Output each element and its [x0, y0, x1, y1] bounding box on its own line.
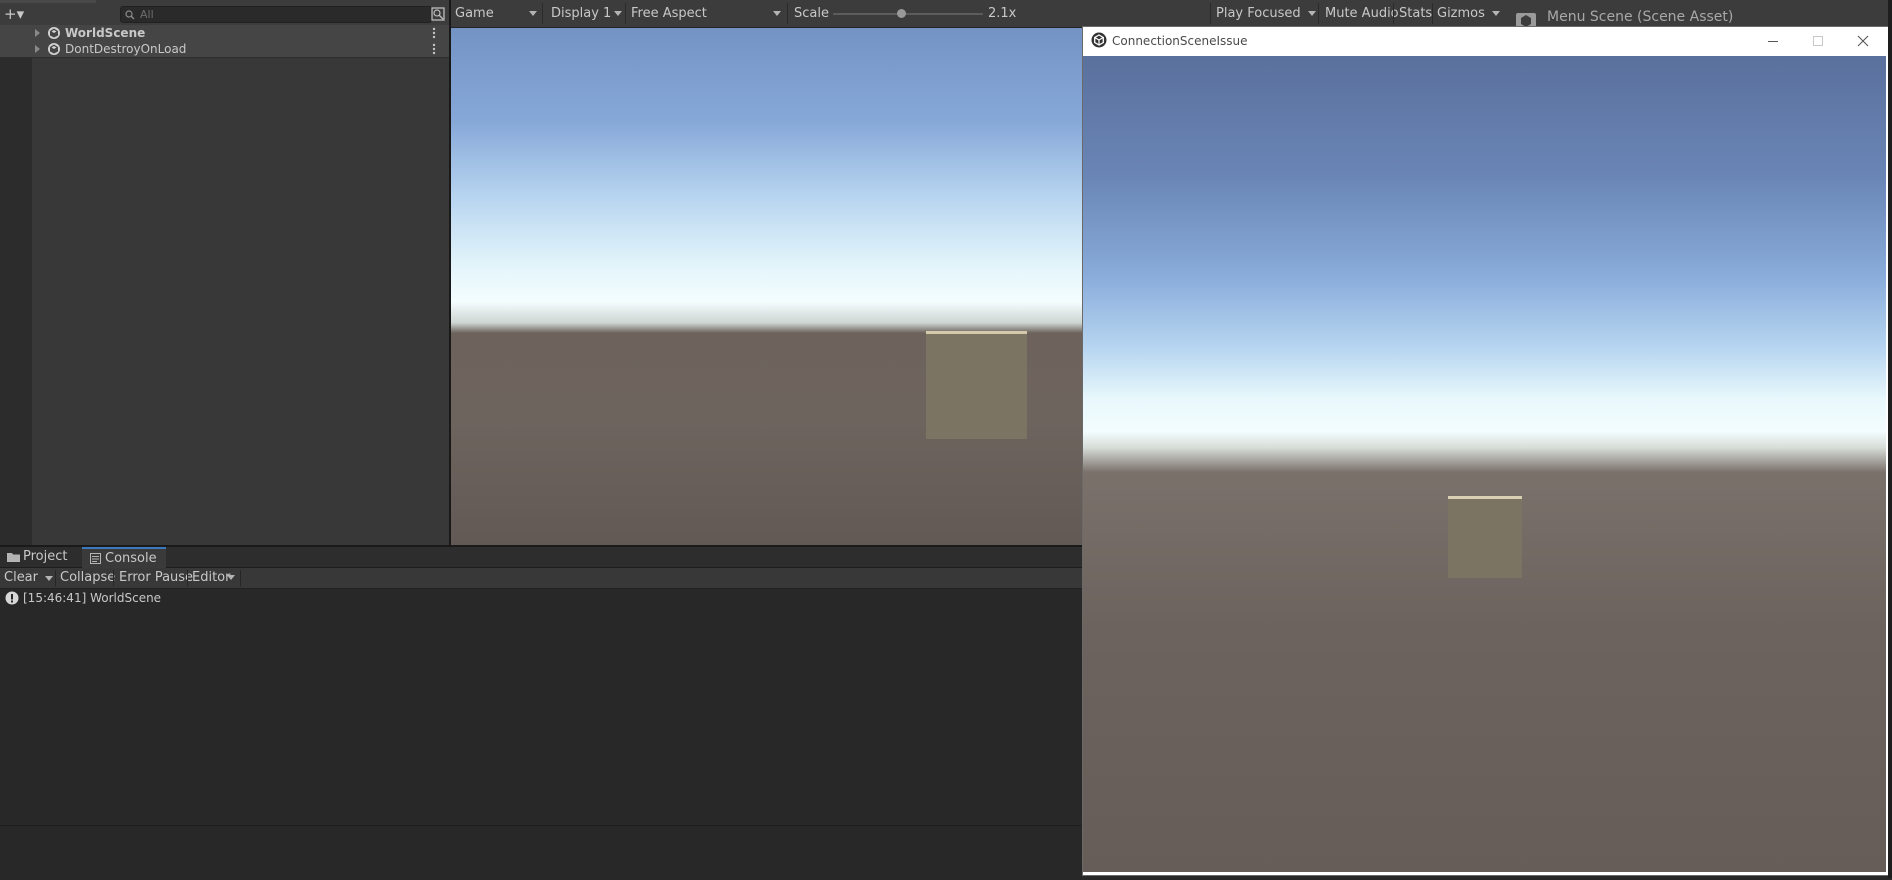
dropdown-arrow-icon: [45, 576, 53, 581]
tab-console[interactable]: Console: [82, 547, 166, 568]
dropdown-arrow-icon: [227, 575, 235, 580]
scene-label: DontDestroyOnLoad: [65, 42, 187, 56]
display-label: Display 1: [551, 6, 612, 21]
scale-slider-track[interactable]: [833, 13, 983, 15]
scale-slider-thumb[interactable]: [897, 9, 906, 18]
window-edge: [1888, 0, 1892, 878]
add-object-button[interactable]: +▾: [4, 5, 32, 23]
editor-label: Editor: [192, 570, 231, 585]
scene-cube: [926, 331, 1027, 439]
scale-label: Scale: [794, 6, 829, 21]
clear-label: Clear: [4, 570, 38, 585]
foldout-arrow-icon[interactable]: [35, 29, 40, 37]
game-view-dropdown[interactable]: Game: [455, 0, 539, 27]
editor-dropdown[interactable]: Editor: [192, 568, 240, 588]
scene-cube: [1448, 496, 1522, 578]
player-window-title: ConnectionSceneIssue: [1112, 34, 1248, 48]
gizmos-label: Gizmos: [1437, 6, 1485, 21]
game-view-render[interactable]: [451, 28, 1082, 545]
console-split-divider[interactable]: [0, 825, 1082, 826]
hierarchy-gutter: [0, 28, 32, 545]
hierarchy-tree: [32, 28, 447, 545]
scene-visibility-icon[interactable]: [430, 6, 446, 22]
tab-label: Console: [105, 551, 157, 566]
error-pause-button[interactable]: Error Pause: [119, 568, 193, 588]
log-message: WorldScene: [90, 591, 162, 605]
dropdown-arrow-icon: [1308, 11, 1316, 16]
scene-row-dontdestroyonload[interactable]: DontDestroyOnLoad: [0, 41, 449, 58]
dropdown-arrow-icon: [773, 11, 781, 16]
unity-logo-icon: [1091, 32, 1107, 48]
player-render-view[interactable]: [1083, 56, 1886, 872]
maximize-button[interactable]: [1805, 27, 1831, 55]
search-icon: [125, 10, 135, 20]
log-timestamp: [15:46:41]: [23, 591, 87, 605]
game-view-label: Game: [455, 6, 494, 21]
play-mode-dropdown[interactable]: Play Focused: [1216, 0, 1316, 27]
mute-audio-toggle[interactable]: Mute Audio: [1325, 0, 1399, 27]
log-entry-text: [15:46:41] WorldScene: [23, 589, 161, 607]
hierarchy-search-input[interactable]: All: [120, 6, 432, 23]
clear-button[interactable]: Clear: [4, 568, 54, 588]
stats-toggle[interactable]: Stats: [1399, 0, 1432, 27]
scene-label: WorldScene: [65, 26, 146, 40]
search-placeholder: All: [140, 8, 154, 21]
hierarchy-tab-strip[interactable]: [0, 0, 96, 3]
display-dropdown[interactable]: Display 1: [551, 0, 627, 27]
close-icon[interactable]: [1850, 27, 1876, 55]
dropdown-arrow-icon: [614, 11, 622, 16]
console-icon: [90, 553, 101, 564]
more-options-icon[interactable]: [432, 43, 436, 55]
dropdown-arrow-icon: [529, 11, 537, 16]
dropdown-arrow-icon: [1492, 11, 1500, 16]
foldout-arrow-icon[interactable]: [35, 45, 40, 53]
collapse-button[interactable]: Collapse: [60, 568, 115, 588]
log-entry[interactable]: [0, 589, 1082, 607]
scene-row-worldscene[interactable]: WorldScene: [0, 25, 449, 42]
play-mode-label: Play Focused: [1216, 6, 1301, 21]
aspect-dropdown[interactable]: Free Aspect: [631, 0, 786, 27]
scale-value: 2.1x: [988, 6, 1017, 21]
aspect-label: Free Aspect: [631, 6, 707, 21]
unity-scene-icon: [48, 27, 60, 39]
unity-scene-icon: [48, 43, 60, 55]
gizmos-dropdown[interactable]: Gizmos: [1437, 0, 1501, 27]
more-options-icon[interactable]: [432, 27, 436, 39]
tab-project[interactable]: Project: [0, 547, 80, 567]
folder-icon: [7, 553, 20, 562]
info-icon: [5, 591, 19, 605]
tab-label: Project: [23, 549, 68, 564]
minimize-button[interactable]: [1760, 27, 1786, 55]
